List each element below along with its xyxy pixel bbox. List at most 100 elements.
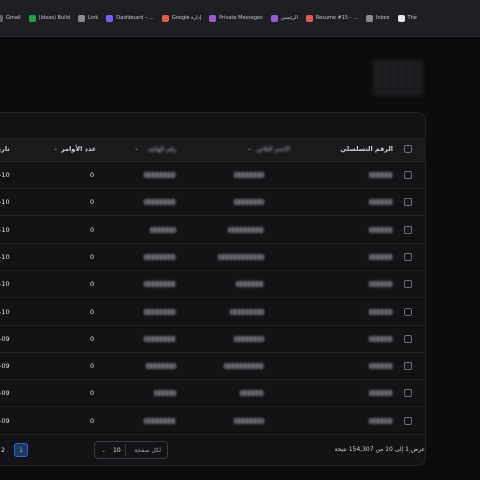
row-checkbox[interactable] xyxy=(404,416,412,425)
table-row[interactable]: 0 -09 xyxy=(0,353,426,381)
bookmark-item[interactable]: Resume #15 - ... xyxy=(305,14,358,22)
column-header-orders[interactable]: عدد الأوامر xyxy=(61,145,96,153)
chevron-down-icon[interactable]: ⌄ xyxy=(134,145,139,152)
name-redacted xyxy=(218,253,264,260)
per-page-select[interactable]: ⌄ 10 لكل صفحة xyxy=(94,441,168,459)
name-redacted xyxy=(234,172,264,178)
bookmark-item[interactable]: Inbox xyxy=(365,14,390,22)
row-checkbox[interactable] xyxy=(404,198,412,207)
serial-redacted xyxy=(369,281,393,288)
date-cell: -10 xyxy=(0,171,10,179)
table-row[interactable]: 0 -10 xyxy=(0,299,426,326)
serial-redacted xyxy=(369,363,393,370)
phone-redacted xyxy=(144,335,176,342)
bookmark-label: Resume #15 - ... xyxy=(315,15,358,21)
bookmark-item[interactable]: The xyxy=(397,14,417,22)
row-checkbox[interactable] xyxy=(404,389,412,398)
bookmark-item[interactable]: Private Messages xyxy=(209,14,263,22)
serial-redacted xyxy=(369,199,393,206)
orders-count: 0 xyxy=(90,362,95,371)
bookmark-label: الرئيسي xyxy=(280,15,298,21)
row-checkbox[interactable] xyxy=(404,334,412,343)
date-cell: -09 xyxy=(0,362,10,371)
phone-redacted xyxy=(144,417,176,424)
orders-count: 0 xyxy=(90,307,95,316)
date-cell: -09 xyxy=(0,389,10,398)
chevron-down-icon[interactable]: ⌄ xyxy=(53,145,58,152)
table-header: الرقم التسلسلي ⌄ الاسم الثلاثي ⌄ رقم اله… xyxy=(0,137,426,162)
bookmark-label: Link xyxy=(88,15,99,21)
table-row[interactable]: 0 -10 xyxy=(0,162,426,189)
bookmark-item[interactable]: الرئيسي xyxy=(270,14,298,22)
bookmark-label: The xyxy=(407,15,417,21)
bookmark-item[interactable]: Dashboard – ... xyxy=(106,14,154,22)
chevron-down-icon[interactable]: ⌄ xyxy=(247,145,252,152)
serial-redacted xyxy=(369,417,393,424)
serial-redacted xyxy=(369,390,393,397)
serial-redacted xyxy=(369,308,393,315)
per-page-label: لكل صفحة xyxy=(134,446,161,454)
phone-redacted xyxy=(144,253,176,260)
row-checkbox[interactable] xyxy=(404,280,412,289)
per-page-value: 10 xyxy=(113,446,121,454)
name-redacted xyxy=(234,417,264,424)
chevron-down-icon[interactable]: ⌄ xyxy=(342,145,347,152)
date-cell: -10 xyxy=(0,225,10,234)
folder-icon xyxy=(78,14,86,22)
table-row[interactable]: 0 -09 xyxy=(0,380,426,408)
date-cell: -10 xyxy=(0,198,10,207)
orders-count: 0 xyxy=(90,225,95,234)
mail-icon xyxy=(0,14,3,22)
message-icon xyxy=(209,14,217,22)
phone-redacted xyxy=(144,281,176,288)
orders-count: 0 xyxy=(90,280,95,289)
table-row[interactable]: 0 -10 xyxy=(0,271,426,299)
row-checkbox[interactable] xyxy=(404,225,412,234)
orders-count: 0 xyxy=(90,334,95,343)
serial-redacted xyxy=(369,226,393,233)
column-header-date[interactable]: تاريخ xyxy=(0,145,10,153)
bookmark-item[interactable]: Google إدارة xyxy=(161,14,201,22)
table-row[interactable]: 0 -09 xyxy=(0,408,426,435)
chevron-down-icon: ⌄ xyxy=(101,446,107,454)
date-cell: -10 xyxy=(0,252,10,261)
bookmark-item[interactable]: Link xyxy=(78,14,99,22)
table-row[interactable]: 0 -10 xyxy=(0,244,426,271)
row-checkbox[interactable] xyxy=(404,252,412,261)
file-icon xyxy=(305,14,313,22)
orders-count: 0 xyxy=(90,252,95,261)
logo-icon xyxy=(397,14,405,22)
serial-redacted xyxy=(369,172,393,178)
name-redacted xyxy=(228,226,264,233)
bookmark-item[interactable]: (Ideas) Build xyxy=(28,14,71,22)
plus-icon xyxy=(28,14,36,22)
bookmark-item[interactable]: Gmail xyxy=(0,14,21,22)
page-button-1[interactable]: 1 xyxy=(14,443,28,457)
page-button-2[interactable]: 2 xyxy=(0,443,10,457)
orders-count: 0 xyxy=(90,198,95,207)
google-icon xyxy=(161,14,169,22)
orders-count: 0 xyxy=(90,171,95,179)
table-row[interactable]: 0 -10 xyxy=(0,217,426,244)
select-all-checkbox[interactable] xyxy=(404,145,412,153)
column-header-name[interactable]: الاسم الثلاثي xyxy=(256,145,290,153)
bookmark-label: (Ideas) Build xyxy=(38,15,71,21)
orders-count: 0 xyxy=(90,416,95,425)
bookmark-label: Dashboard – ... xyxy=(116,15,154,21)
phone-redacted xyxy=(144,308,176,315)
column-header-phone[interactable]: رقم الهاتف xyxy=(147,145,177,153)
row-checkbox[interactable] xyxy=(404,307,412,316)
row-checkbox[interactable] xyxy=(404,362,412,371)
serial-redacted xyxy=(369,335,393,342)
results-summary: عرض 1 إلى 10 من 154,307 نتيجة xyxy=(334,446,425,453)
name-redacted xyxy=(234,199,264,206)
dashboard-icon xyxy=(106,14,114,22)
inbox-icon xyxy=(365,14,373,22)
name-redacted xyxy=(224,363,264,370)
date-cell: -09 xyxy=(0,334,10,343)
row-checkbox[interactable] xyxy=(404,171,412,179)
table-row[interactable]: 0 -09 xyxy=(0,326,426,353)
name-redacted xyxy=(240,390,264,397)
table-row[interactable]: 0 -10 xyxy=(0,189,426,217)
column-header-serial[interactable]: الرقم التسلسلي xyxy=(340,145,393,153)
